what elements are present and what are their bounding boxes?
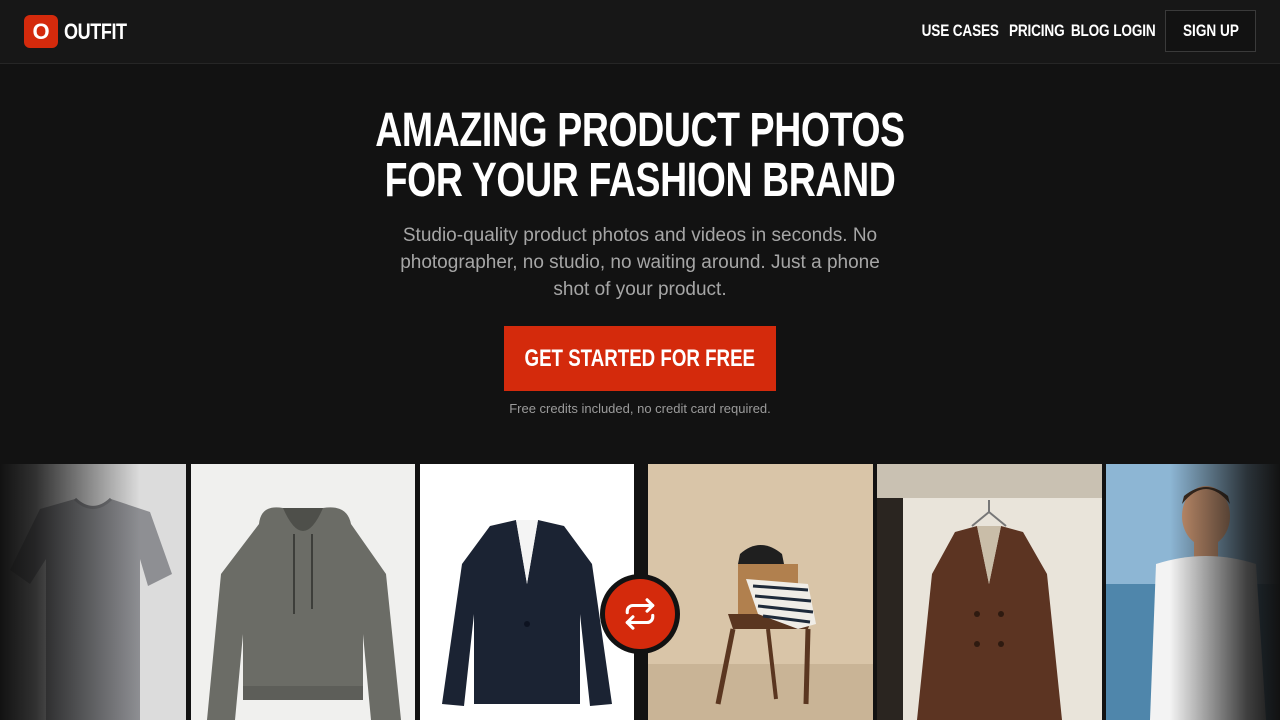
swap-button[interactable]	[600, 574, 680, 654]
nav-login[interactable]: LOGIN	[1113, 21, 1155, 41]
gallery-item-brown-coat	[877, 464, 1102, 720]
repeat-icon	[625, 598, 655, 630]
swap-button-inner	[605, 579, 675, 649]
get-started-label: GET STARTED FOR FREE	[524, 344, 756, 372]
logo-mark: O	[24, 15, 58, 48]
hero-title-line-1: AMAZING PRODUCT PHOTOS	[375, 104, 905, 157]
brand-logo[interactable]: O OUTFIT	[24, 15, 140, 48]
blazer-photo	[420, 464, 634, 720]
nav-pricing[interactable]: PRICING	[1009, 21, 1065, 41]
hero-subtitle: Studio-quality product photos and videos…	[400, 225, 880, 300]
nav-use-cases[interactable]: USE CASES	[922, 21, 999, 41]
gallery-item-chair	[648, 464, 873, 720]
top-navbar: O OUTFIT USE CASES PRICING BLOG LOGIN SI…	[0, 0, 1280, 64]
gallery-item-navy-blazer	[420, 464, 634, 720]
main-nav: USE CASES PRICING BLOG LOGIN SIGN UP	[918, 10, 1256, 52]
cta-note: Free credits included, no credit card re…	[509, 401, 771, 416]
gallery-item-gray-hoodie	[191, 464, 415, 720]
hoodie-photo	[191, 464, 415, 720]
hero-title-line-2: FOR YOUR FASHION BRAND	[384, 154, 896, 207]
signup-label: SIGN UP	[1182, 21, 1239, 40]
gallery-fade-left	[0, 464, 140, 720]
coat-photo	[877, 464, 1102, 720]
hero-title: AMAZING PRODUCT PHOTOS FOR YOUR FASHION …	[0, 106, 1280, 206]
get-started-button[interactable]: GET STARTED FOR FREE	[504, 326, 776, 391]
signup-button[interactable]: SIGN UP	[1165, 10, 1256, 52]
chair-photo	[648, 464, 873, 720]
gallery-fade-right	[1170, 464, 1280, 720]
logo-text: OUTFIT	[64, 18, 127, 44]
nav-blog[interactable]: BLOG	[1071, 21, 1110, 41]
